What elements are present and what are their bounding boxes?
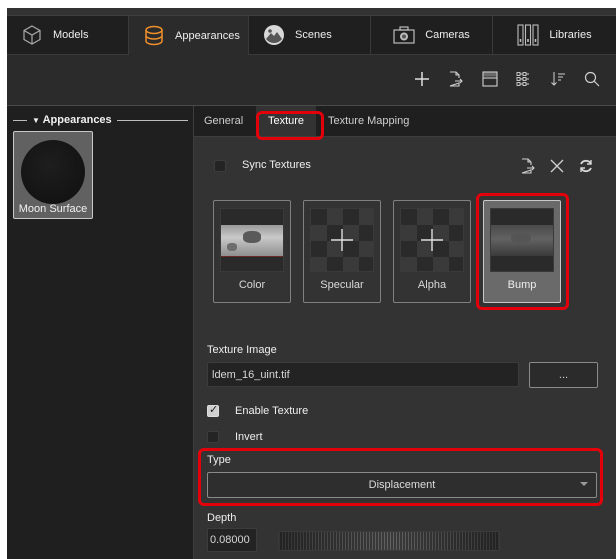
- main-tabs: Models Appearances Scenes Cameras Librar…: [7, 16, 616, 55]
- tab-texture[interactable]: Texture: [256, 106, 316, 136]
- chevron-down-icon: [580, 482, 588, 486]
- tab-libraries[interactable]: Libraries: [493, 16, 616, 55]
- add-icon[interactable]: [412, 69, 432, 89]
- type-label: Type: [207, 454, 231, 466]
- search-icon[interactable]: [582, 69, 602, 89]
- texture-thumbnail-empty: [400, 208, 464, 272]
- add-texture-icon: [331, 229, 353, 251]
- texture-slot-label: Bump: [507, 279, 537, 291]
- type-dropdown[interactable]: Displacement: [207, 472, 597, 498]
- depth-input[interactable]: 0.08000: [207, 528, 257, 552]
- enable-texture-checkbox[interactable]: [207, 403, 219, 417]
- texture-slot-specular[interactable]: Specular: [303, 200, 381, 303]
- app-window: Models Appearances Scenes Cameras Librar…: [7, 8, 616, 559]
- texture-slot-color[interactable]: Color: [213, 200, 291, 303]
- property-tabs: General Texture Texture Mapping: [194, 106, 616, 137]
- export-icon[interactable]: [520, 158, 536, 177]
- sync-textures-checkbox[interactable]: [214, 160, 226, 172]
- enable-texture-label: Enable Texture: [235, 405, 309, 417]
- tab-models[interactable]: Models: [7, 16, 129, 55]
- panel-layout-icon[interactable]: [480, 69, 500, 89]
- tab-general[interactable]: General: [204, 106, 243, 136]
- window-top-bar: [7, 8, 616, 16]
- type-selected-value: Displacement: [368, 479, 436, 491]
- texture-thumbnail: [220, 208, 284, 272]
- libraries-icon: [517, 24, 539, 46]
- tab-texture-mapping[interactable]: Texture Mapping: [328, 106, 409, 136]
- tab-label: Appearances: [175, 29, 240, 42]
- appearance-item-label: Moon Surface: [18, 203, 88, 215]
- browse-button[interactable]: ...: [529, 362, 598, 388]
- texture-image-label: Texture Image: [207, 344, 277, 356]
- tab-label: Scenes: [295, 29, 332, 41]
- texture-thumbnail: [490, 208, 554, 272]
- tab-label: Libraries: [549, 29, 592, 41]
- close-icon[interactable]: [550, 159, 564, 176]
- grid-view-icon[interactable]: [514, 69, 534, 89]
- depth-label: Depth: [207, 512, 237, 524]
- appearance-properties-panel: General Texture Texture Mapping Sync Tex…: [194, 106, 616, 559]
- divider: [13, 119, 27, 121]
- tab-label: Models: [53, 29, 89, 41]
- tab-cameras[interactable]: Cameras: [371, 16, 493, 55]
- tab-label: Cameras: [425, 29, 470, 41]
- tab-scenes[interactable]: Scenes: [249, 16, 371, 55]
- texture-image-value: ldem_16_uint.tif: [212, 368, 290, 381]
- sort-icon[interactable]: [548, 69, 568, 89]
- section-header[interactable]: ▼ Appearances: [13, 112, 188, 128]
- depth-slider[interactable]: [278, 531, 500, 551]
- depth-value: 0.08000: [210, 534, 250, 546]
- divider: [116, 119, 188, 121]
- cube-icon: [21, 24, 43, 46]
- camera-icon: [393, 24, 415, 46]
- export-icon[interactable]: [446, 69, 466, 89]
- appearance-item-moon-surface[interactable]: Moon Surface: [13, 131, 93, 219]
- texture-slot-label: Specular: [320, 279, 364, 291]
- invert-label: Invert: [235, 431, 263, 443]
- tab-appearances[interactable]: Appearances: [129, 16, 249, 55]
- collapse-triangle-icon[interactable]: ▼: [32, 116, 40, 125]
- toolbar: [7, 55, 616, 106]
- invert-checkbox[interactable]: [207, 431, 219, 443]
- appearance-cylinder-icon: [143, 25, 165, 47]
- appearance-preview-sphere: [21, 140, 85, 204]
- add-texture-icon: [421, 229, 443, 251]
- texture-slot-bump[interactable]: Bump: [483, 200, 561, 303]
- scene-landscape-icon: [263, 24, 285, 46]
- section-title: Appearances: [42, 114, 112, 126]
- texture-image-field[interactable]: ldem_16_uint.tif: [207, 362, 519, 387]
- texture-slot-alpha[interactable]: Alpha: [393, 200, 471, 303]
- sync-textures-label: Sync Textures: [242, 159, 311, 171]
- texture-slot-label: Color: [238, 279, 266, 291]
- appearances-panel: ▼ Appearances Moon Surface: [7, 106, 194, 559]
- texture-thumbnail-empty: [310, 208, 374, 272]
- texture-slot-label: Alpha: [417, 279, 447, 291]
- refresh-icon[interactable]: [578, 158, 594, 177]
